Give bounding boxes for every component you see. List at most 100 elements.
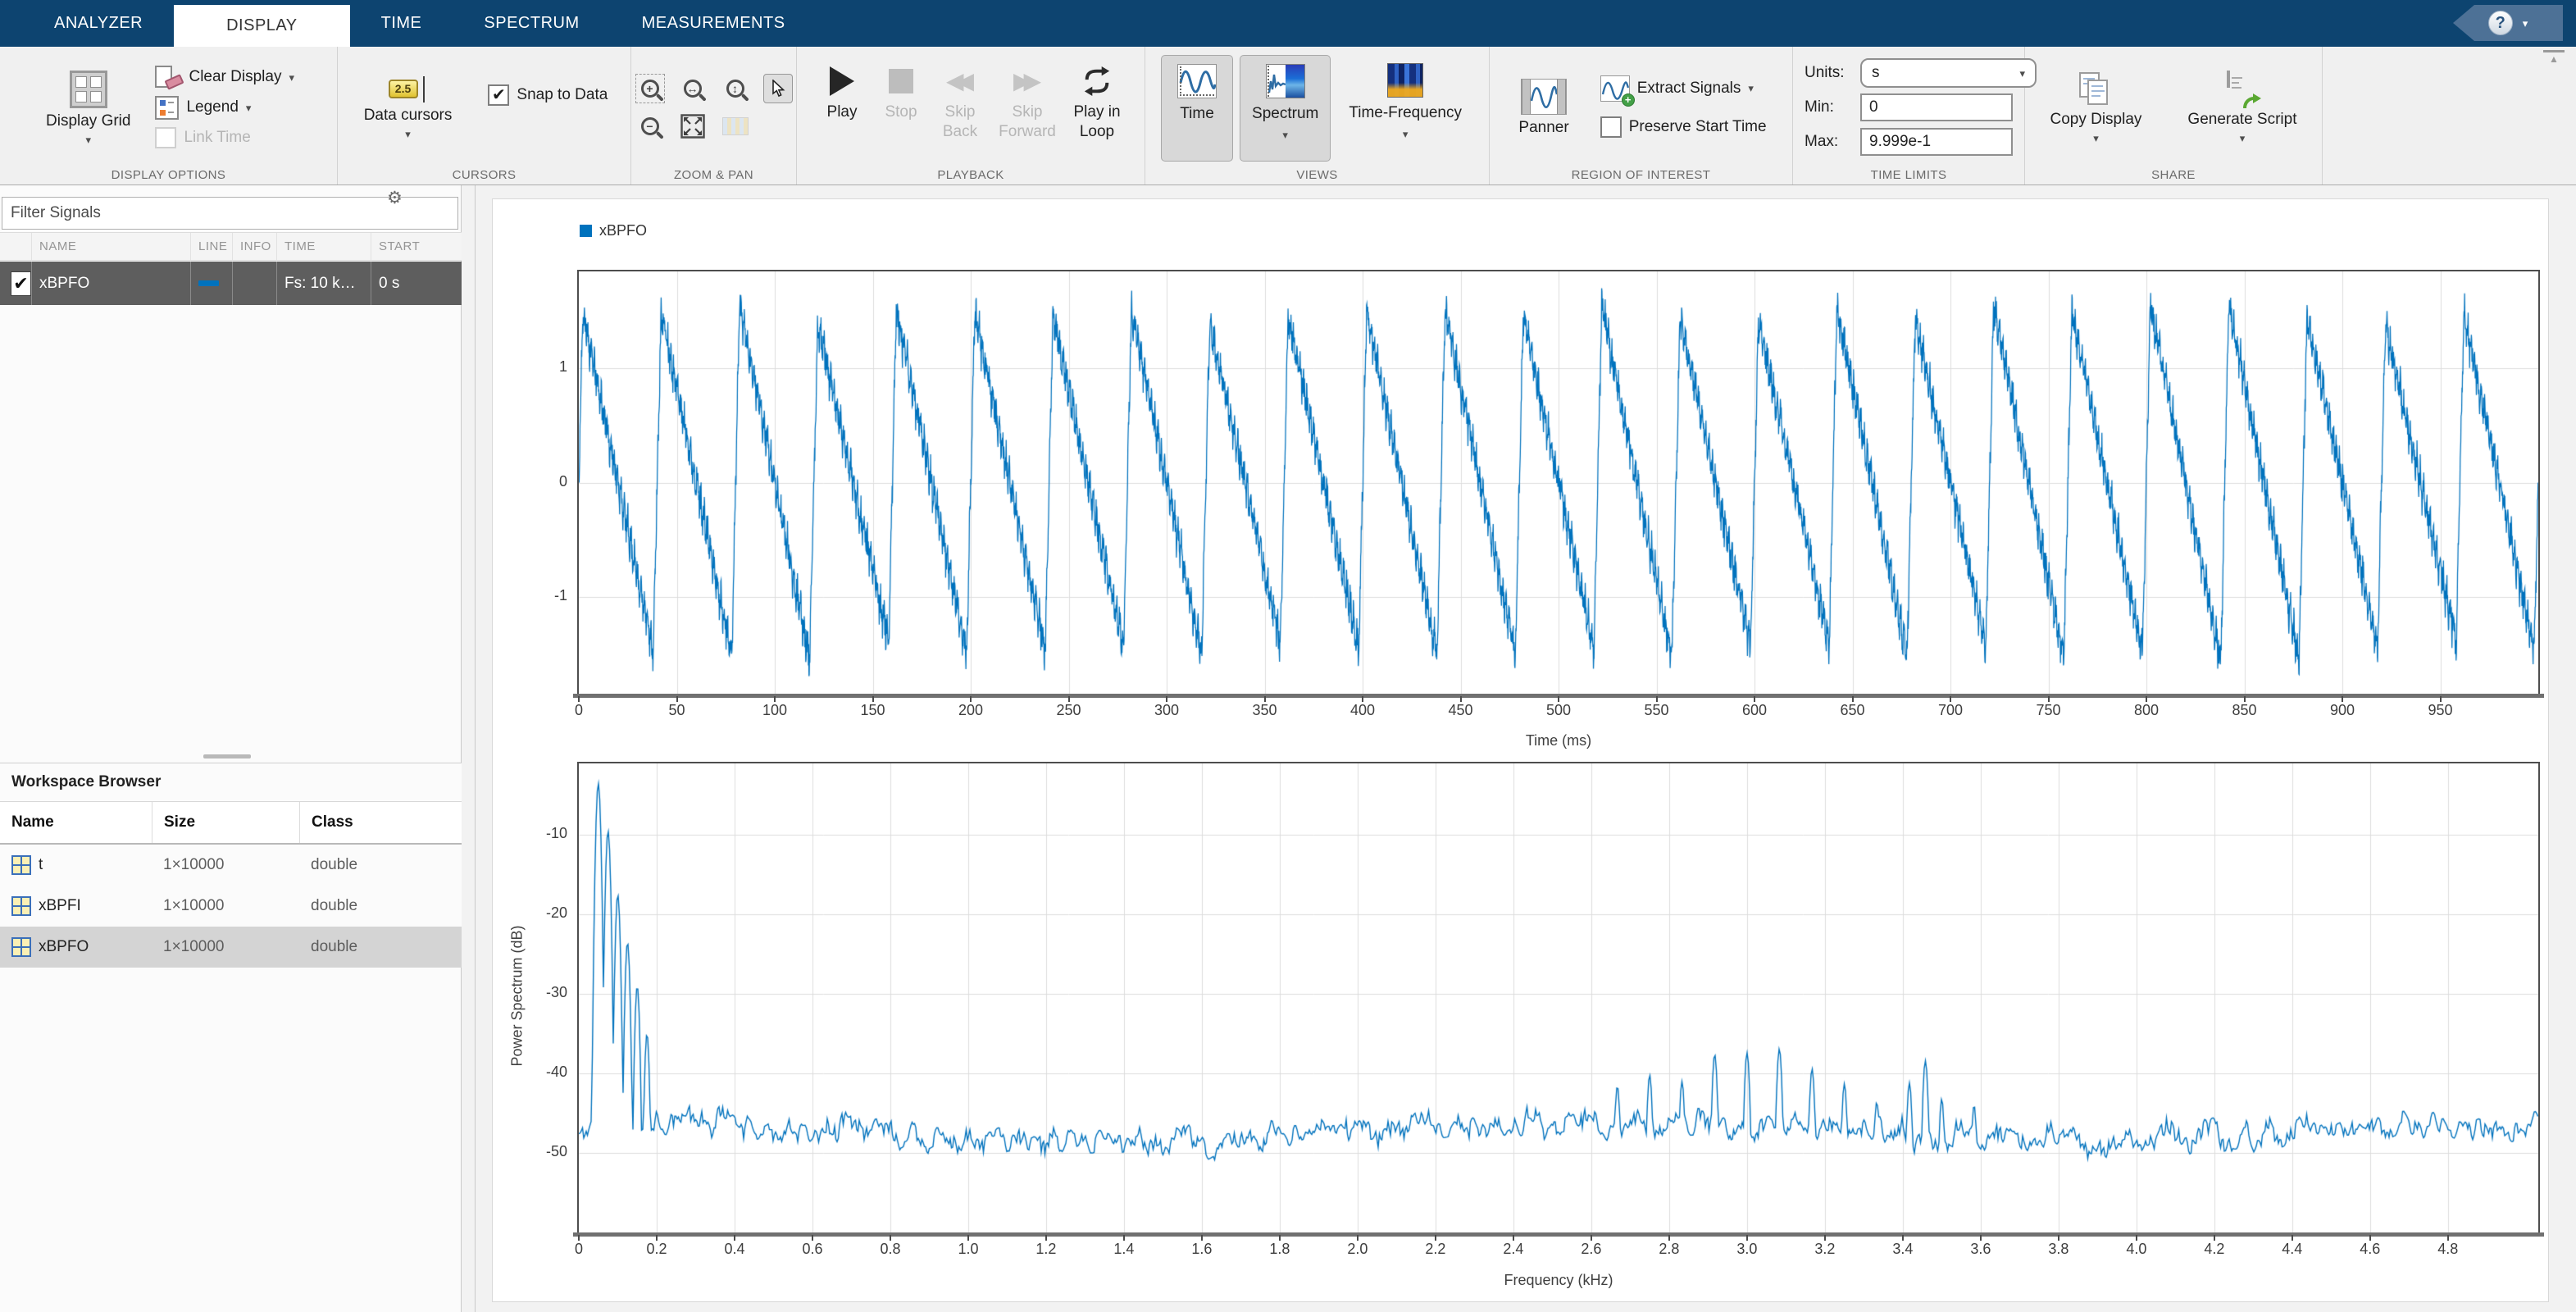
time-frequency-view-toggle[interactable]: Time-Frequency ▾ — [1337, 55, 1473, 162]
panner-toggle-button — [721, 112, 750, 141]
plot-legend[interactable]: xBPFO — [580, 222, 647, 239]
x-tick-label: 3.8 — [2026, 1241, 2091, 1258]
help-button[interactable]: ? ▾ — [2453, 5, 2563, 41]
panel-splitter-handle[interactable] — [203, 754, 251, 758]
y-tick-label: -40 — [518, 1064, 567, 1081]
pointer-button[interactable] — [763, 74, 793, 103]
x-tick-label: 2.8 — [1636, 1241, 1702, 1258]
stop-button: Stop — [875, 65, 927, 122]
display-grid-button[interactable]: Display Grid ▾ — [38, 67, 139, 148]
spectrum-x-axis-label: Frequency (kHz) — [1436, 1272, 1682, 1289]
x-tick-mark — [734, 1235, 735, 1241]
signals-col-info[interactable]: INFO — [232, 233, 276, 260]
preserve-start-time-checkbox[interactable]: Preserve Start Time — [1595, 112, 1772, 142]
x-tick-mark — [1362, 696, 1363, 702]
panner-button[interactable]: Panner — [1510, 75, 1577, 140]
data-cursors-button[interactable]: 2.5 Data cursors ▾ — [356, 73, 461, 143]
time-view-toggle[interactable]: Time — [1161, 55, 1233, 162]
stop-icon — [889, 69, 913, 93]
x-tick-mark — [1754, 696, 1755, 702]
signals-col-line[interactable]: LINE — [190, 233, 232, 260]
play-button[interactable]: Play — [816, 65, 868, 122]
chevron-down-icon: ▾ — [1748, 83, 1754, 93]
workspace-col-class[interactable]: Class — [299, 802, 462, 843]
signals-col-start[interactable]: START — [371, 233, 462, 260]
x-tick-label: 150 — [840, 702, 906, 719]
extract-signals-button[interactable]: + Extract Signals ▾ — [1595, 73, 1759, 103]
zoom-in-button[interactable]: + — [635, 74, 665, 103]
x-tick-mark — [1950, 696, 1951, 702]
x-tick-mark — [774, 696, 776, 702]
spectrum-plot-canvas[interactable] — [579, 763, 2538, 1232]
signals-col-time[interactable]: TIME — [276, 233, 371, 260]
signals-col-name[interactable]: NAME — [31, 233, 190, 260]
max-input[interactable] — [1860, 128, 2013, 156]
workspace-table-header: NameSizeClass — [0, 802, 462, 845]
workspace-row-xBPFO[interactable]: xBPFO1×10000double — [0, 927, 462, 968]
matrix-icon — [11, 896, 31, 916]
y-tick-label: -10 — [518, 825, 567, 842]
generate-script-button[interactable]: Generate Script ▾ — [2179, 69, 2305, 147]
signal-line-cell — [190, 262, 232, 305]
y-tick-label: -30 — [518, 984, 567, 1001]
x-tick-label: 800 — [2114, 702, 2179, 719]
x-tick-mark — [2058, 1235, 2059, 1241]
y-tick-label: -1 — [518, 587, 567, 604]
chevron-down-icon: ▾ — [1403, 129, 1409, 139]
workspace-col-size[interactable]: Size — [152, 802, 299, 843]
units-label: Units: — [1805, 64, 1852, 82]
x-tick-mark — [1460, 696, 1462, 702]
y-tick-label: 1 — [518, 358, 567, 376]
legend-button[interactable]: Legend ▾ — [150, 93, 256, 123]
tab-analyzer[interactable]: ANALYZER — [23, 0, 174, 47]
x-tick-mark — [812, 1235, 813, 1241]
workspace-class-cell: double — [299, 845, 462, 886]
section-label: DISPLAY OPTIONS — [0, 168, 337, 182]
spectrum-view-toggle[interactable]: Spectrum ▾ — [1240, 55, 1331, 162]
x-tick-mark — [872, 696, 874, 702]
snap-to-data-checkbox[interactable]: ✔ Snap to Data — [483, 80, 612, 111]
x-tick-mark — [2048, 696, 2050, 702]
time-frequency-view-label: Time-Frequency — [1349, 104, 1462, 122]
min-label: Min: — [1805, 98, 1852, 116]
signal-row-xBPFO[interactable]: ✔xBPFOFs: 10 k…0 s — [0, 262, 462, 305]
units-select[interactable]: s ▾ — [1860, 58, 2037, 88]
time-plot-canvas[interactable] — [579, 271, 2538, 694]
fit-to-view-button[interactable] — [678, 112, 708, 141]
chevron-down-icon: ▾ — [289, 72, 294, 83]
zoom-x-icon: ↔ — [684, 80, 702, 98]
collapse-ribbon-button[interactable]: ▲ — [2543, 50, 2565, 65]
x-tick-label: 50 — [644, 702, 710, 719]
section-label: PLAYBACK — [797, 168, 1145, 182]
clear-display-button[interactable]: Clear Display ▾ — [150, 62, 299, 93]
copy-display-label: Copy Display — [2050, 111, 2141, 129]
section-label: ZOOM & PAN — [631, 168, 796, 182]
section-cursors: 2.5 Data cursors ▾ ✔ Snap to Data CURSOR… — [338, 47, 631, 184]
section-label: VIEWS — [1145, 168, 1489, 182]
preserve-start-time-checkbox-icon — [1600, 116, 1622, 138]
x-tick-label: 100 — [742, 702, 808, 719]
x-tick-label: 250 — [1036, 702, 1102, 719]
x-tick-mark — [1824, 1235, 1826, 1241]
tab-measurements[interactable]: MEASUREMENTS — [611, 0, 817, 47]
spectrum-view-label: Spectrum — [1252, 105, 1318, 123]
tab-display[interactable]: DISPLAY — [174, 5, 350, 47]
gear-icon[interactable]: ⚙ — [387, 188, 403, 208]
display-card: xBPFO Time (ms) Frequency (kHz) Power Sp… — [492, 198, 2549, 1302]
zoom-y-button[interactable]: ↕ — [721, 74, 750, 103]
signal-line-swatch — [198, 280, 219, 286]
workspace-row-t[interactable]: t1×10000double — [0, 845, 462, 886]
vertical-splitter[interactable] — [462, 185, 476, 1312]
tab-spectrum[interactable]: SPECTRUM — [453, 0, 610, 47]
signal-checkbox[interactable]: ✔ — [11, 271, 31, 296]
copy-display-button[interactable]: Copy Display ▾ — [2041, 69, 2150, 147]
play-in-loop-button[interactable]: Play in Loop — [1068, 65, 1126, 142]
zoom-out-button[interactable]: − — [635, 112, 665, 141]
min-input[interactable] — [1860, 93, 2013, 121]
tab-time[interactable]: TIME — [350, 0, 453, 47]
x-tick-label: 1.8 — [1247, 1241, 1313, 1258]
workspace-row-xBPFI[interactable]: xBPFI1×10000double — [0, 886, 462, 927]
matrix-icon — [11, 855, 31, 875]
zoom-x-button[interactable]: ↔ — [678, 74, 708, 103]
workspace-col-name[interactable]: Name — [0, 802, 152, 843]
